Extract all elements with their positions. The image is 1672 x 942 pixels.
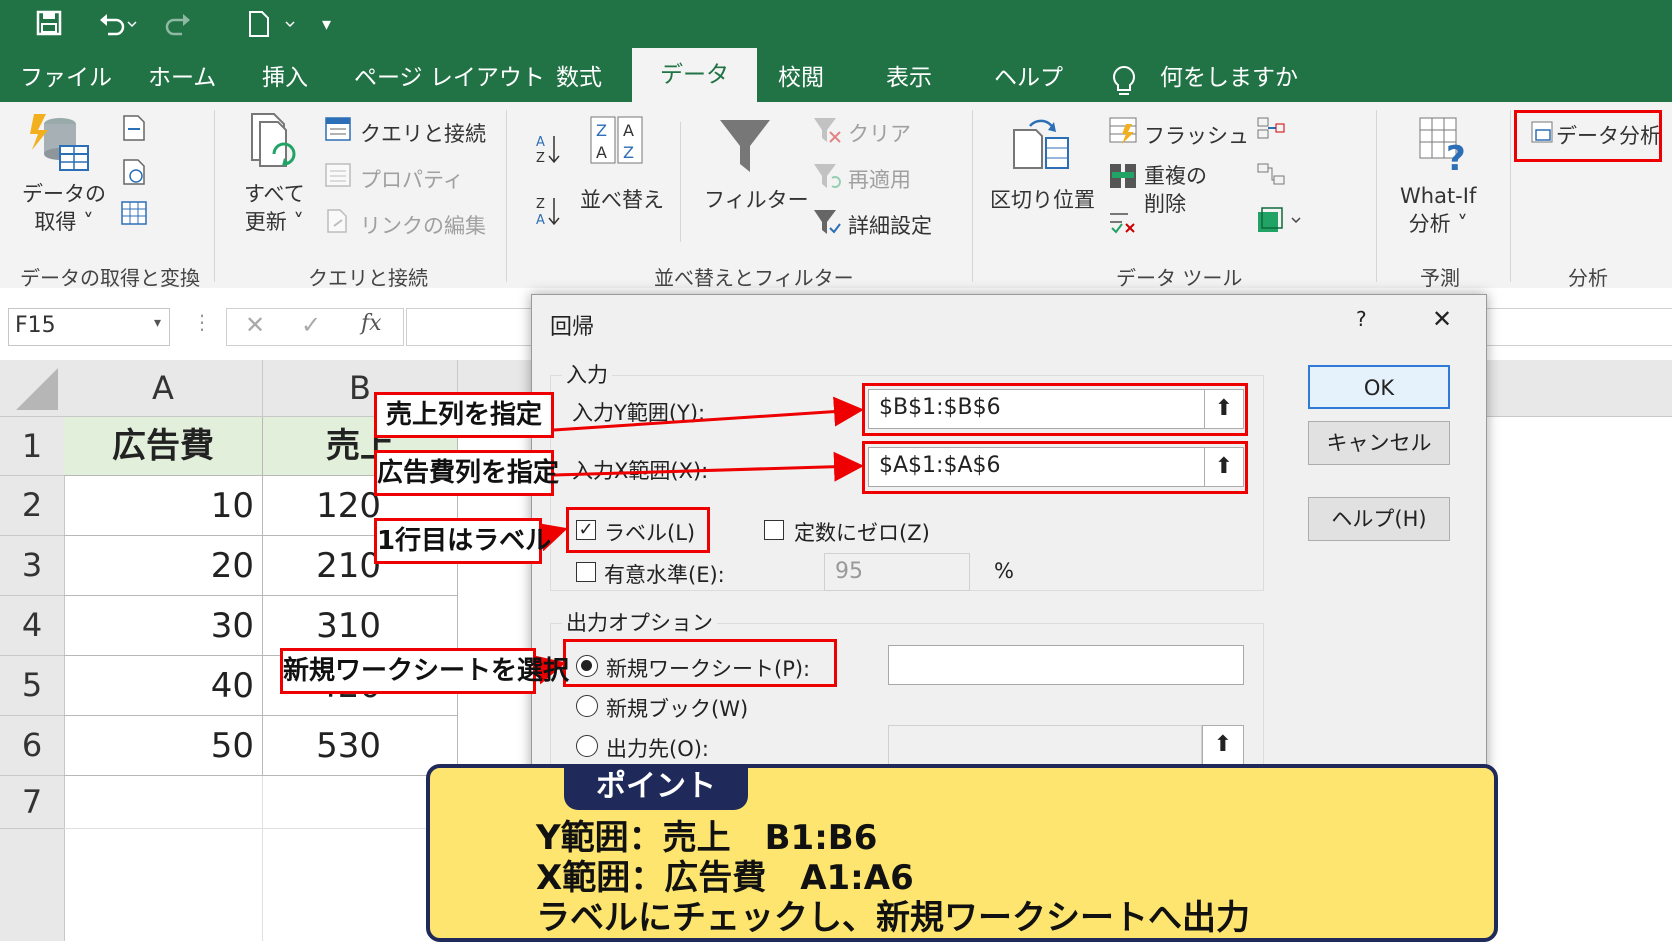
callout-sales-column: 売上列を指定 — [374, 392, 554, 438]
point-line-3: ラベルにチェックし、新規ワークシートへ出力 — [536, 898, 1250, 938]
callout-ad-column: 広告費列を指定 — [374, 450, 559, 496]
point-badge: ポイント — [564, 764, 748, 810]
callout-label-row: 1行目はラベル — [374, 518, 551, 564]
callout-new-sheet: 新規ワークシートを選択 — [280, 648, 569, 694]
